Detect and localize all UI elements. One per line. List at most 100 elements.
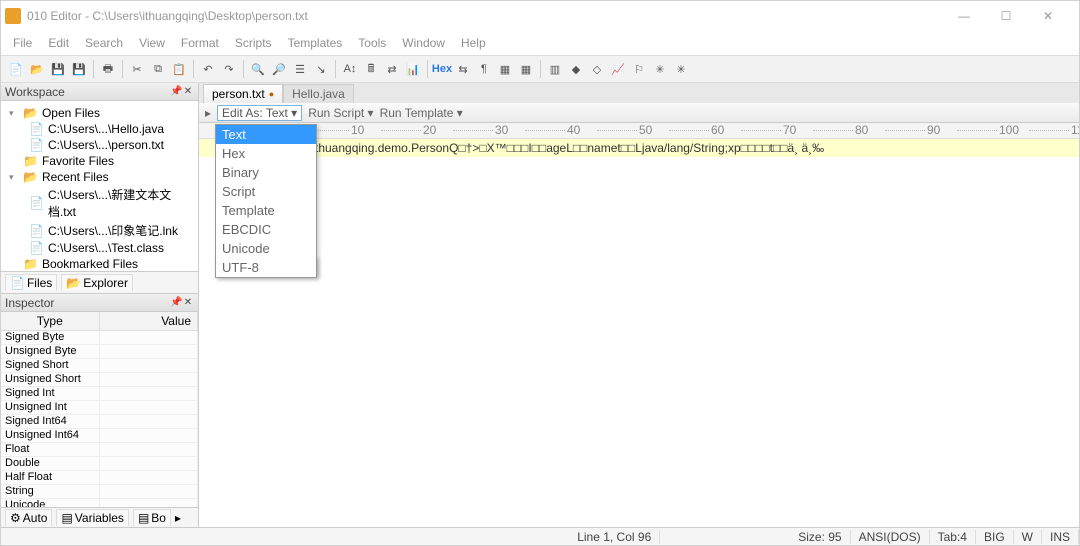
run-script-combo[interactable]: Run Script ▾	[308, 106, 373, 120]
replace-icon[interactable]: ☰	[291, 60, 309, 78]
pin-icon[interactable]: 📌	[170, 297, 182, 308]
shapes-icon[interactable]: ◆	[567, 60, 585, 78]
status-mode[interactable]: W	[1014, 530, 1042, 544]
menu-edit[interactable]: Edit	[44, 34, 73, 52]
minimize-button[interactable]: —	[949, 9, 979, 23]
file-item[interactable]: 📄C:\Users\...\person.txt	[1, 137, 198, 153]
inspector-row[interactable]: Half Float	[1, 471, 198, 485]
status-enc[interactable]: ANSI(DOS)	[851, 530, 930, 544]
panel-close-icon[interactable]: ✕	[182, 86, 194, 97]
menu-help[interactable]: Help	[457, 34, 490, 52]
inspector-row[interactable]: Signed Byte	[1, 331, 198, 345]
group-favorite-files[interactable]: 📁Favorite Files	[1, 153, 198, 169]
tab-person-txt[interactable]: person.txt ●	[203, 84, 283, 103]
inspector-row[interactable]: Unsigned Int	[1, 401, 198, 415]
shapes2-icon[interactable]: ◇	[588, 60, 606, 78]
save-all-icon[interactable]: 💾	[70, 60, 88, 78]
menu-file[interactable]: File	[9, 34, 36, 52]
gear-icon[interactable]: ✳	[651, 60, 669, 78]
text-line[interactable]: .ithuangqing.demo.PersonQ□†>□X™□□□I□□age…	[199, 139, 1079, 157]
dd-hex[interactable]: Hex	[216, 144, 316, 163]
gear2-icon[interactable]: ✳	[672, 60, 690, 78]
dd-binary[interactable]: Binary	[216, 163, 316, 182]
blue-square-icon[interactable]: ▥	[546, 60, 564, 78]
goto-icon[interactable]: ↘	[312, 60, 330, 78]
menu-view[interactable]: View	[135, 34, 169, 52]
run-template-combo[interactable]: Run Template ▾	[380, 106, 463, 120]
dd-utf8[interactable]: UTF-8	[216, 258, 316, 277]
dd-script[interactable]: Script	[216, 182, 316, 201]
tab-files[interactable]: 📄 Files	[5, 274, 57, 291]
copy-icon[interactable]: ⧉	[149, 60, 167, 78]
editor-area: person.txt ● Hello.java ▸ Edit As: Text …	[199, 83, 1079, 527]
file-item[interactable]: 📄C:\Users\...\Test.class	[1, 240, 198, 256]
inspector-row[interactable]: Unsigned Byte	[1, 345, 198, 359]
save-icon[interactable]: 💾	[49, 60, 67, 78]
undo-icon[interactable]: ↶	[199, 60, 217, 78]
status-ins[interactable]: INS	[1042, 530, 1079, 544]
dd-ebcdic[interactable]: EBCDIC	[216, 220, 316, 239]
tab-explorer[interactable]: 📂 Explorer	[61, 274, 133, 291]
file-item[interactable]: 📄C:\Users\...\印象笔记.lnk	[1, 221, 198, 240]
inspector-tabs: ⚙ Auto ▤ Variables ▤ Bo ▸	[1, 507, 198, 527]
edit-as-combo[interactable]: Edit As: Text ▾	[217, 105, 302, 121]
tab-hello-java[interactable]: Hello.java	[283, 84, 354, 103]
inspector-row[interactable]: Signed Int64	[1, 415, 198, 429]
inspector-row[interactable]: Double	[1, 457, 198, 471]
a-icon[interactable]: A↕	[341, 60, 359, 78]
new-icon[interactable]: 📄	[7, 60, 25, 78]
swap-icon[interactable]: ⇆	[454, 60, 472, 78]
menu-format[interactable]: Format	[177, 34, 223, 52]
edit-as-dropdown: Text Hex Binary Script Template EBCDIC U…	[215, 124, 317, 278]
group-open-files[interactable]: ▾📂Open Files	[1, 105, 198, 121]
paste-icon[interactable]: 📋	[170, 60, 188, 78]
tab-bookmarks[interactable]: ▤ Bo	[133, 509, 171, 526]
col-value[interactable]: Value	[100, 312, 199, 330]
file-item[interactable]: 📄C:\Users\...\Hello.java	[1, 121, 198, 137]
tab-variables[interactable]: ▤ Variables	[56, 509, 128, 526]
maximize-button[interactable]: ☐	[991, 9, 1021, 23]
find-icon[interactable]: 🔍	[249, 60, 267, 78]
menu-templates[interactable]: Templates	[284, 34, 347, 52]
cut-icon[interactable]: ✂	[128, 60, 146, 78]
tab-auto[interactable]: ⚙ Auto	[5, 509, 52, 526]
inspector-row[interactable]: String	[1, 485, 198, 499]
dd-template[interactable]: Template	[216, 201, 316, 220]
flag-icon[interactable]: ⚐	[630, 60, 648, 78]
group-bookmarked-files[interactable]: 📁Bookmarked Files	[1, 256, 198, 271]
grid-icon[interactable]: ▦	[496, 60, 514, 78]
status-endian[interactable]: BIG	[976, 530, 1014, 544]
dd-text[interactable]: Text	[216, 125, 316, 144]
inspector-row[interactable]: Unicode	[1, 499, 198, 507]
menu-tools[interactable]: Tools	[354, 34, 390, 52]
panel-close-icon[interactable]: ✕	[182, 297, 194, 308]
calc-icon[interactable]: 🖩	[362, 60, 380, 78]
chart-icon[interactable]: 📈	[609, 60, 627, 78]
text-area[interactable]: .ithuangqing.demo.PersonQ□†>□X™□□□I□□age…	[199, 139, 1079, 527]
dd-unicode[interactable]: Unicode	[216, 239, 316, 258]
bookmark-icon[interactable]: ¶	[475, 60, 493, 78]
print-icon[interactable]: 🖶	[99, 60, 117, 78]
inspector-row[interactable]: Float	[1, 443, 198, 457]
inspector-row[interactable]: Signed Short	[1, 359, 198, 373]
compare-icon[interactable]: ⇄	[383, 60, 401, 78]
find-next-icon[interactable]: 🔎	[270, 60, 288, 78]
file-item[interactable]: 📄C:\Users\...\新建文本文档.txt	[1, 185, 198, 221]
group-recent-files[interactable]: ▾📂Recent Files	[1, 169, 198, 185]
close-button[interactable]: ✕	[1033, 9, 1063, 23]
inspector-row[interactable]: Unsigned Short	[1, 373, 198, 387]
menu-scripts[interactable]: Scripts	[231, 34, 276, 52]
scroll-right-icon[interactable]: ▸	[175, 511, 181, 525]
histogram-icon[interactable]: 📊	[404, 60, 422, 78]
col-type[interactable]: Type	[1, 312, 100, 330]
open-icon[interactable]: 📂	[28, 60, 46, 78]
status-tab[interactable]: Tab:4	[930, 530, 976, 544]
pin-icon[interactable]: 📌	[170, 86, 182, 97]
grid2-icon[interactable]: ▦	[517, 60, 535, 78]
inspector-row[interactable]: Unsigned Int64	[1, 429, 198, 443]
inspector-row[interactable]: Signed Int	[1, 387, 198, 401]
menu-window[interactable]: Window	[398, 34, 449, 52]
redo-icon[interactable]: ↷	[220, 60, 238, 78]
hex-label-icon[interactable]: Hex	[433, 60, 451, 78]
menu-search[interactable]: Search	[81, 34, 127, 52]
